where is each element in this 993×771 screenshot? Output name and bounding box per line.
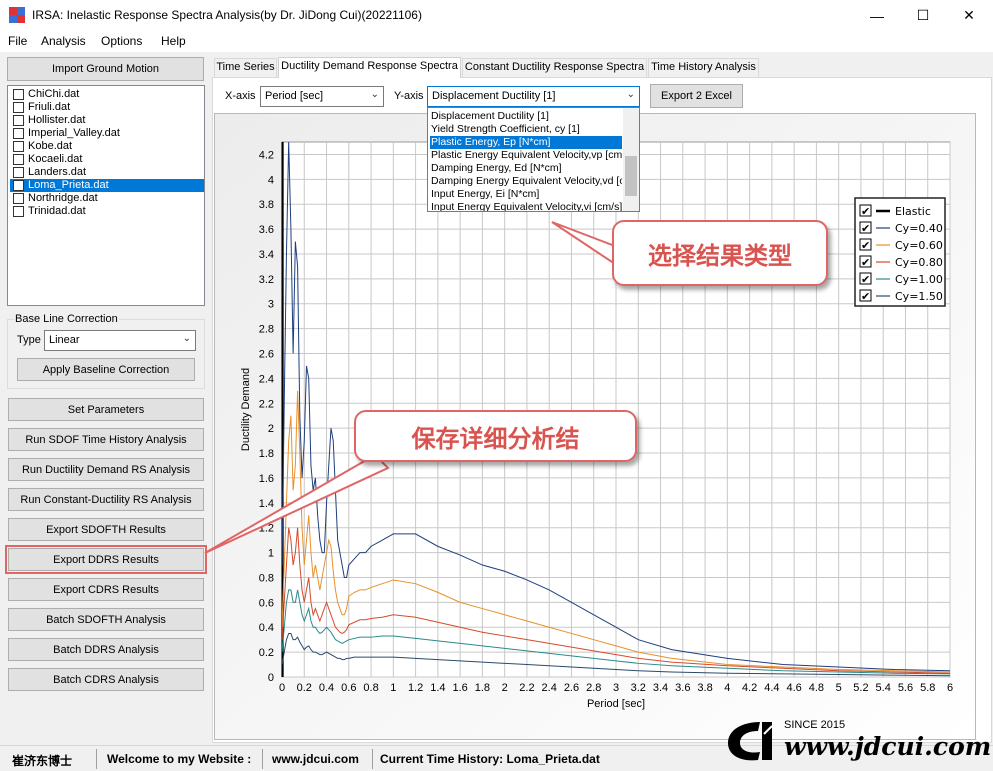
brand-url: www.jdcui.com	[784, 732, 992, 761]
callout-save-results: 保存详细分析结	[354, 410, 637, 462]
callout-pointer-save	[204, 453, 390, 554]
annotation-arrows	[204, 221, 622, 554]
brand-watermark: SINCE 2015 www.jdcui.com	[720, 716, 992, 766]
callout-select-type: 选择结果类型	[612, 220, 828, 286]
callout-pointer-select	[551, 221, 622, 264]
brand-since: SINCE 2015	[784, 719, 846, 731]
